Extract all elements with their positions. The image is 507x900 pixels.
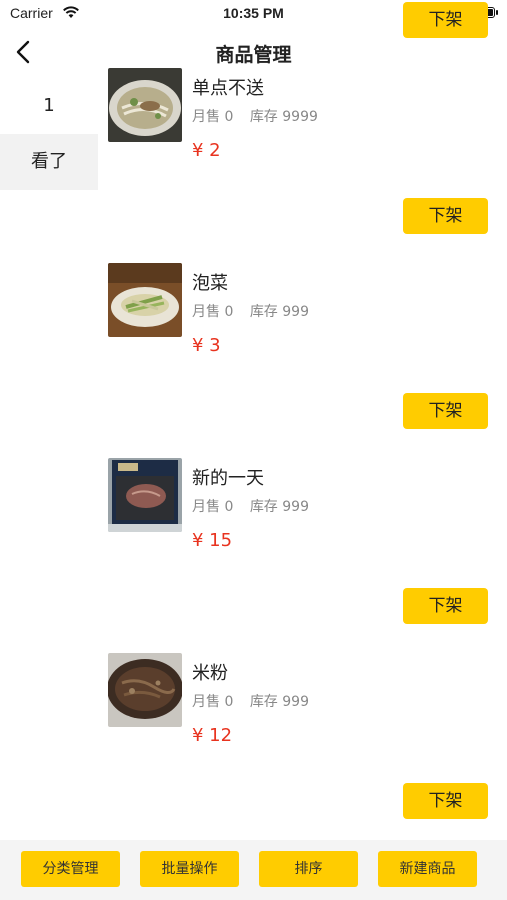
product-name: 米粉 [192,663,228,684]
category-item-1[interactable]: 1 [0,78,98,134]
delist-button[interactable]: 下架 [403,198,488,234]
product-price: ¥ 12 [192,725,233,746]
product-image-pickles [108,263,182,337]
category-item-kanle[interactable]: 看了 [0,134,98,190]
product-image-packaged-meat [108,458,182,532]
product-stock: 库存 9999 [249,109,318,125]
category-management-button[interactable]: 分类管理 [21,851,120,887]
product-price: ¥ 2 [192,140,221,161]
product-item: 新的一天 月售 0 库存 999 ¥ 15 下架 [98,458,507,653]
product-stock: 库存 999 [249,304,309,320]
product-name: 泡菜 [192,273,228,294]
product-meta: 月售 0 库存 999 [192,691,309,711]
product-meta: 月售 0 库存 999 [192,301,309,321]
product-item: 单点不送 月售 0 库存 9999 ¥ 2 下架 [98,68,507,263]
product-stock: 库存 999 [249,694,309,710]
delist-button[interactable]: 下架 [403,783,488,819]
new-product-button[interactable]: 新建商品 [378,851,477,887]
delist-button[interactable]: 下架 [403,588,488,624]
product-stock: 库存 999 [249,499,309,515]
product-image-noodle-soup [108,68,182,142]
product-price: ¥ 3 [192,335,221,356]
product-price: ¥ 15 [192,530,233,551]
product-name: 单点不送 [192,78,264,99]
bottom-toolbar: 分类管理 批量操作 排序 新建商品 [0,840,507,900]
product-item: 米粉 月售 0 库存 999 ¥ 12 下架 [98,653,507,848]
product-name: 新的一天 [192,468,264,489]
sort-button[interactable]: 排序 [259,851,358,887]
batch-operation-button[interactable]: 批量操作 [140,851,239,887]
delist-button[interactable]: 下架 [403,393,488,429]
product-sales: 月售 0 [192,694,234,710]
product-sales: 月售 0 [192,304,234,320]
product-sales: 月售 0 [192,109,234,125]
delist-button[interactable]: 下架 [403,2,488,38]
product-item: 泡菜 月售 0 库存 999 ¥ 3 下架 [98,263,507,458]
product-meta: 月售 0 库存 999 [192,496,309,516]
product-meta: 月售 0 库存 9999 [192,106,318,126]
product-list[interactable]: 下架 单点不送 月售 0 库存 9999 ¥ 2 下架 泡菜 月售 0 库存 9… [98,0,507,840]
product-sales: 月售 0 [192,499,234,515]
category-sidebar: 1 看了 [0,78,98,190]
product-image-rice-noodle [108,653,182,727]
